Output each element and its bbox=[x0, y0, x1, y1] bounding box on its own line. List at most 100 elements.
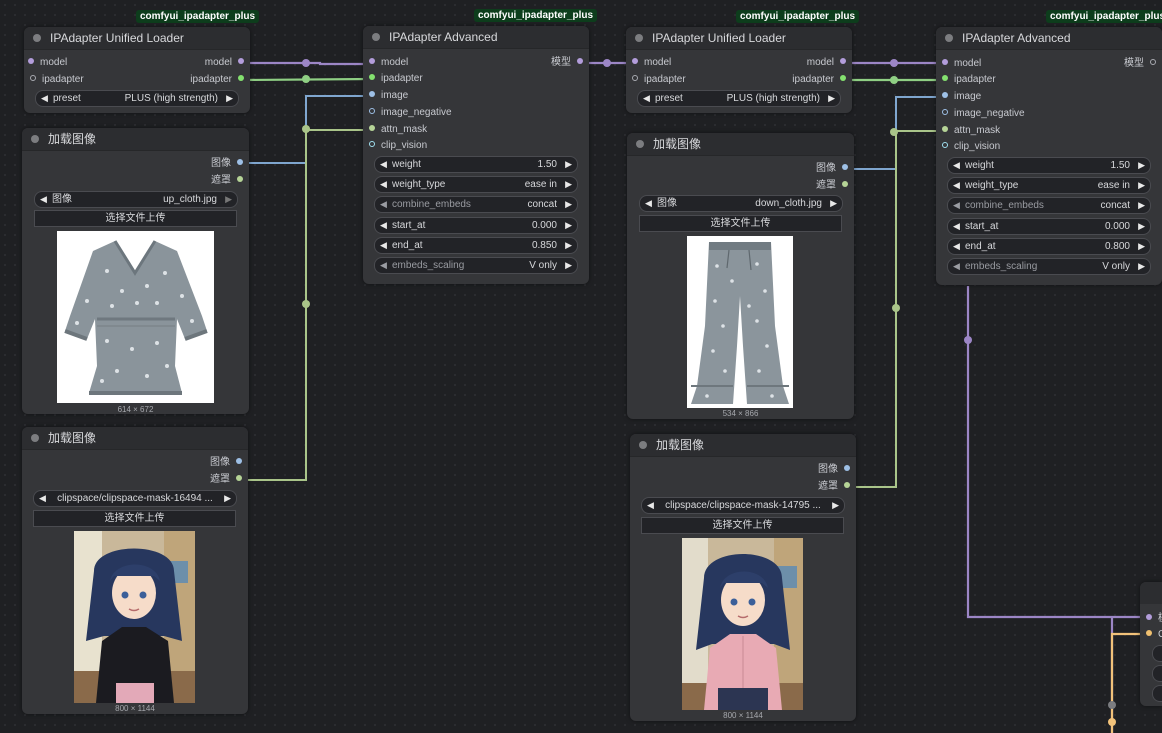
socket-icon[interactable] bbox=[844, 465, 850, 472]
end-at-slider[interactable]: ◀ end_at 0.850 ▶ bbox=[374, 237, 578, 254]
triangle-right-icon[interactable]: ▶ bbox=[1138, 259, 1145, 274]
combine-embeds-combo[interactable]: ◀ combine_embeds concat ▶ bbox=[374, 196, 578, 213]
input-image[interactable]: image bbox=[942, 89, 981, 105]
triangle-right-icon[interactable]: ▶ bbox=[1138, 198, 1145, 213]
node-title-bar[interactable]: IPAdapter Unified Loader bbox=[24, 27, 250, 50]
upload-button[interactable]: 选择文件上传 bbox=[641, 517, 844, 534]
triangle-right-icon[interactable]: ▶ bbox=[565, 258, 572, 273]
socket-icon[interactable] bbox=[942, 142, 948, 149]
upload-button[interactable]: 选择文件上传 bbox=[639, 215, 842, 232]
upload-button[interactable]: 选择文件上传 bbox=[33, 510, 236, 527]
triangle-left-icon[interactable]: ◀ bbox=[953, 158, 960, 173]
input-attn-mask[interactable]: attn_mask bbox=[942, 123, 1000, 139]
node-collapse-dot-icon[interactable] bbox=[636, 140, 644, 148]
triangle-left-icon[interactable]: ◀ bbox=[643, 91, 650, 106]
node-collapse-dot-icon[interactable] bbox=[31, 434, 39, 442]
upload-button[interactable]: 选择文件上传 bbox=[34, 210, 237, 227]
socket-icon[interactable] bbox=[369, 58, 375, 65]
image-combo[interactable]: ◀ 图像 down_cloth.jpg ▶ bbox=[639, 195, 843, 212]
output-model[interactable]: 模型 bbox=[551, 55, 583, 71]
socket-icon[interactable] bbox=[238, 75, 244, 82]
end-at-slider[interactable]: ◀ end_at 0.800 ▶ bbox=[947, 238, 1151, 255]
triangle-left-icon[interactable]: ◀ bbox=[953, 178, 960, 193]
socket-icon[interactable] bbox=[840, 75, 846, 82]
socket-icon[interactable] bbox=[844, 482, 850, 489]
input-model[interactable]: model bbox=[369, 55, 408, 71]
start-at-slider[interactable]: ◀ start_at 0.000 ▶ bbox=[947, 218, 1151, 235]
socket-icon[interactable] bbox=[237, 159, 243, 166]
triangle-right-icon[interactable]: ▶ bbox=[1138, 219, 1145, 234]
output-model[interactable]: model bbox=[205, 55, 244, 71]
triangle-right-icon[interactable]: ▶ bbox=[1138, 239, 1145, 254]
socket-icon[interactable] bbox=[942, 92, 948, 99]
socket-icon[interactable] bbox=[1150, 59, 1156, 66]
embeds-scaling-combo[interactable]: ◀ embeds_scaling V only ▶ bbox=[947, 258, 1151, 275]
load-image-node[interactable]: 加载图像 图像 遮罩 ◀ clipspace/clipspace-mask-164… bbox=[22, 427, 248, 714]
triangle-right-icon[interactable]: ▶ bbox=[1138, 158, 1145, 173]
input-ipadapter[interactable]: ipadapter bbox=[30, 72, 84, 88]
socket-icon[interactable] bbox=[842, 164, 848, 171]
triangle-left-icon[interactable]: ◀ bbox=[953, 219, 960, 234]
input-model[interactable]: model bbox=[632, 55, 671, 71]
socket-icon[interactable] bbox=[30, 75, 36, 82]
triangle-right-icon[interactable]: ▶ bbox=[224, 491, 231, 506]
weight-type-combo[interactable]: ◀ weight_type ease in ▶ bbox=[374, 176, 578, 193]
triangle-left-icon[interactable]: ◀ bbox=[380, 218, 387, 233]
socket-icon[interactable] bbox=[369, 74, 375, 81]
load-image-node[interactable]: 加载图像 图像 遮罩 ◀ clipspace/clipspace-mask-147… bbox=[630, 434, 856, 721]
image-combo[interactable]: ◀ clipspace/clipspace-mask-14795 ... ▶ bbox=[641, 497, 845, 514]
triangle-left-icon[interactable]: ◀ bbox=[380, 197, 387, 212]
combine-embeds-combo[interactable]: ◀ combine_embeds concat ▶ bbox=[947, 197, 1151, 214]
input-image-negative[interactable]: image_negative bbox=[942, 106, 1025, 122]
triangle-right-icon[interactable]: ▶ bbox=[565, 157, 572, 172]
triangle-right-icon[interactable]: ▶ bbox=[830, 196, 837, 211]
node-title-bar[interactable]: 加载图像 bbox=[22, 128, 249, 151]
preset-combo[interactable]: ◀ preset PLUS (high strength) ▶ bbox=[637, 90, 841, 107]
triangle-right-icon[interactable]: ▶ bbox=[1138, 178, 1145, 193]
socket-icon[interactable] bbox=[942, 126, 948, 133]
ipadapter-advanced-node[interactable]: IPAdapter Advanced model ipadapter image… bbox=[363, 26, 589, 284]
socket-icon[interactable] bbox=[842, 181, 848, 188]
socket-icon[interactable] bbox=[238, 58, 244, 65]
input-model[interactable]: 模 bbox=[1146, 611, 1162, 627]
triangle-left-icon[interactable]: ◀ bbox=[953, 198, 960, 213]
node-title-bar[interactable]: IPAdapter Advanced bbox=[936, 27, 1162, 50]
socket-icon[interactable] bbox=[28, 58, 34, 65]
triangle-right-icon[interactable]: ▶ bbox=[565, 218, 572, 233]
node-title-bar[interactable] bbox=[1140, 582, 1162, 604]
socket-icon[interactable] bbox=[632, 75, 638, 82]
input-ipadapter[interactable]: ipadapter bbox=[632, 72, 686, 88]
input-clip-vision[interactable]: clip_vision bbox=[942, 139, 1000, 155]
input-model[interactable]: model bbox=[28, 55, 67, 71]
input-image[interactable]: image bbox=[369, 88, 408, 104]
socket-icon[interactable] bbox=[237, 176, 243, 183]
triangle-left-icon[interactable]: ◀ bbox=[380, 258, 387, 273]
output-mask[interactable]: 遮罩 bbox=[818, 479, 850, 495]
output-ipadapter[interactable]: ipadapter bbox=[190, 72, 244, 88]
input-conditioning[interactable]: C bbox=[1146, 627, 1162, 643]
output-model[interactable]: 模型 bbox=[1124, 56, 1156, 72]
triangle-right-icon[interactable]: ▶ bbox=[828, 91, 835, 106]
partial-node-offscreen[interactable]: 模 C bbox=[1140, 582, 1162, 706]
output-image[interactable]: 图像 bbox=[211, 156, 243, 172]
output-image[interactable]: 图像 bbox=[816, 161, 848, 177]
socket-icon[interactable] bbox=[942, 109, 948, 116]
input-ipadapter[interactable]: ipadapter bbox=[369, 71, 423, 87]
weight-slider[interactable]: ◀ weight 1.50 ▶ bbox=[947, 157, 1151, 174]
socket-icon[interactable] bbox=[840, 58, 846, 65]
load-image-node[interactable]: 加载图像 图像 遮罩 ◀ 图像 down_cloth.jpg ▶ 选择文件上传 534… bbox=[627, 133, 854, 419]
triangle-right-icon[interactable]: ▶ bbox=[225, 192, 232, 207]
socket-icon[interactable] bbox=[942, 75, 948, 82]
output-model[interactable]: model bbox=[807, 55, 846, 71]
weight-type-combo[interactable]: ◀ weight_type ease in ▶ bbox=[947, 177, 1151, 194]
triangle-left-icon[interactable]: ◀ bbox=[380, 238, 387, 253]
triangle-right-icon[interactable]: ▶ bbox=[565, 177, 572, 192]
triangle-right-icon[interactable]: ▶ bbox=[832, 498, 839, 513]
node-title-bar[interactable]: 加载图像 bbox=[627, 133, 854, 156]
triangle-left-icon[interactable]: ◀ bbox=[40, 192, 47, 207]
node-collapse-dot-icon[interactable] bbox=[372, 33, 380, 41]
socket-icon[interactable] bbox=[369, 91, 375, 98]
socket-icon[interactable] bbox=[236, 475, 242, 482]
image-combo[interactable]: ◀ clipspace/clipspace-mask-16494 ... ▶ bbox=[33, 490, 237, 507]
triangle-left-icon[interactable]: ◀ bbox=[41, 91, 48, 106]
